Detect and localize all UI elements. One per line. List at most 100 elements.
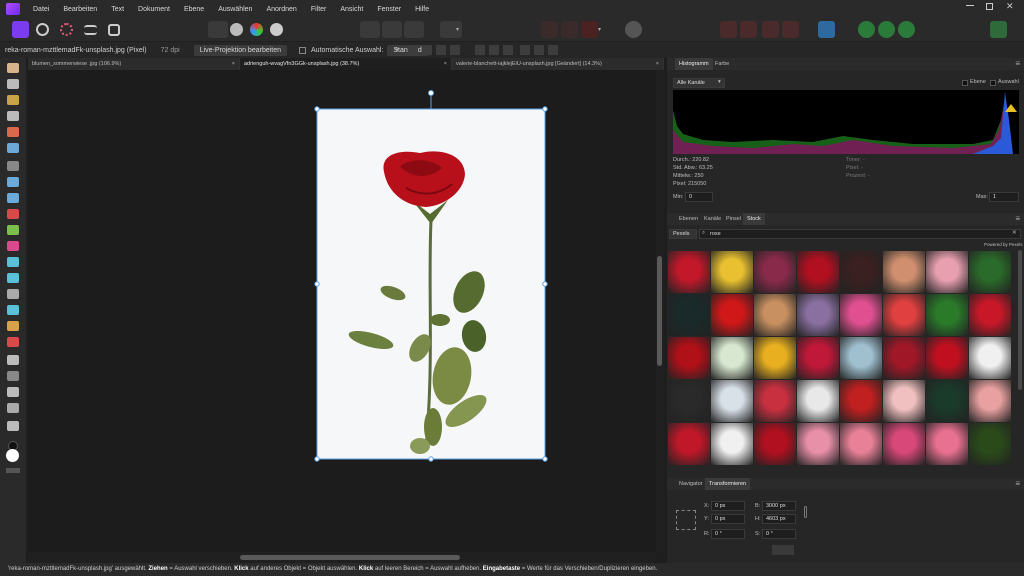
- align-middle-icon[interactable]: [534, 45, 544, 55]
- transform-origin-icon[interactable]: [408, 45, 418, 55]
- stock-thumbnail[interactable]: [840, 380, 882, 422]
- user-account-icon[interactable]: [990, 21, 1007, 38]
- stock-thumbnail[interactable]: [883, 337, 925, 379]
- color-replace-tool-icon[interactable]: [7, 225, 19, 235]
- stock-thumbnail[interactable]: [668, 294, 710, 336]
- rectangle-tool-icon[interactable]: [7, 371, 19, 381]
- stock-thumbnail[interactable]: [926, 380, 968, 422]
- clone-tool-icon[interactable]: [7, 273, 19, 283]
- stock-thumbnail[interactable]: [840, 294, 882, 336]
- stock-thumbnail[interactable]: [926, 251, 968, 293]
- develop-persona-icon[interactable]: [60, 23, 73, 36]
- tab-histogram[interactable]: Histogramm: [675, 58, 713, 70]
- color-picker-tool-icon[interactable]: [7, 95, 19, 105]
- stock-thumbnail[interactable]: [754, 380, 796, 422]
- auto-color-icon[interactable]: [250, 23, 263, 36]
- blemish-tool-icon[interactable]: [7, 289, 19, 299]
- transform-mode-icon[interactable]: [436, 45, 446, 55]
- stock-thumbnail[interactable]: [711, 337, 753, 379]
- menu-ebene[interactable]: Ebene: [177, 6, 211, 13]
- pen-tool-icon[interactable]: [7, 355, 19, 365]
- anchor-point-selector[interactable]: [676, 510, 696, 530]
- close-tab-icon[interactable]: ×: [656, 58, 659, 70]
- stock-thumbnail[interactable]: [711, 251, 753, 293]
- transform-options-button[interactable]: [772, 545, 794, 555]
- snapping-icon[interactable]: [541, 21, 558, 38]
- document-canvas[interactable]: [28, 70, 656, 552]
- flood-select-tool-icon[interactable]: [7, 143, 19, 153]
- tab-pinsel[interactable]: Pinsel: [722, 213, 745, 225]
- stock-thumbnail[interactable]: [926, 294, 968, 336]
- stock-thumbnail[interactable]: [969, 337, 1011, 379]
- stock-thumbnail[interactable]: [754, 251, 796, 293]
- width-input[interactable]: 3000 px: [762, 501, 796, 511]
- move-tool-icon[interactable]: [7, 79, 19, 89]
- export-persona-icon[interactable]: [108, 24, 120, 36]
- clear-search-icon[interactable]: ✕: [1012, 230, 1017, 236]
- stock-thumbnail[interactable]: [969, 380, 1011, 422]
- rotation-input[interactable]: 0 °: [711, 529, 745, 539]
- stock-thumbnail[interactable]: [754, 294, 796, 336]
- tab-valerie-blanchett[interactable]: valerie-blanchett-iajklejEiU-unsplash.jp…: [452, 58, 664, 70]
- arrange-back-icon[interactable]: [720, 21, 737, 38]
- stock-thumbnail[interactable]: [926, 423, 968, 465]
- tab-transformieren[interactable]: Transformieren: [705, 478, 751, 490]
- boolean-subtract-icon[interactable]: [878, 21, 895, 38]
- selection-brush-tool-icon[interactable]: [7, 127, 19, 137]
- red-eye-tool-icon[interactable]: [7, 337, 19, 347]
- stock-scroll-thumb[interactable]: [1018, 250, 1022, 390]
- stock-thumbnail[interactable]: [969, 423, 1011, 465]
- sharpen-tool-icon[interactable]: [7, 321, 19, 331]
- stock-thumbnail[interactable]: [754, 423, 796, 465]
- min-input[interactable]: 0: [685, 192, 713, 202]
- tone-mapping-persona-icon[interactable]: [84, 25, 97, 35]
- arrange-front-icon[interactable]: [740, 21, 757, 38]
- paint-brush-tool-icon[interactable]: [7, 209, 19, 219]
- menu-fenster[interactable]: Fenster: [370, 6, 408, 13]
- stock-thumbnail[interactable]: [711, 380, 753, 422]
- stock-thumbnail[interactable]: [797, 251, 839, 293]
- stock-thumbnail[interactable]: [926, 337, 968, 379]
- menu-filter[interactable]: Filter: [304, 6, 334, 13]
- text-tool-icon[interactable]: [7, 387, 19, 397]
- levels-icon[interactable]: [208, 21, 228, 38]
- tab-farbe[interactable]: Farbe: [711, 58, 733, 70]
- liquify-persona-icon[interactable]: [36, 23, 49, 36]
- arrange-forward-icon[interactable]: [762, 21, 779, 38]
- lock-aspect-icon[interactable]: [804, 506, 807, 518]
- erase-brush-tool-icon[interactable]: [7, 241, 19, 251]
- panel-menu-icon[interactable]: ≡: [1015, 480, 1020, 488]
- stock-thumbnail[interactable]: [840, 423, 882, 465]
- menu-anordnen[interactable]: Anordnen: [259, 6, 303, 13]
- stock-thumbnail[interactable]: [797, 294, 839, 336]
- select-all-icon[interactable]: [404, 21, 424, 38]
- maximize-icon[interactable]: [986, 3, 993, 10]
- menu-ansicht[interactable]: Ansicht: [333, 6, 370, 13]
- menu-datei[interactable]: Datei: [26, 6, 56, 13]
- auto-white-balance-icon[interactable]: [270, 23, 283, 36]
- panel-menu-icon[interactable]: ≡: [1015, 215, 1020, 223]
- stock-search-input[interactable]: rose: [699, 229, 1021, 239]
- auto-contrast-icon[interactable]: [230, 23, 243, 36]
- horizontal-scroll-thumb[interactable]: [240, 555, 460, 560]
- swap-colors-icon[interactable]: [6, 468, 20, 473]
- align-left-icon[interactable]: [475, 45, 485, 55]
- x-input[interactable]: 0 px: [711, 501, 745, 511]
- primary-color-swatch[interactable]: [6, 449, 19, 462]
- menu-auswaehlen[interactable]: Auswählen: [211, 6, 259, 13]
- panel-menu-icon[interactable]: ≡: [1015, 60, 1020, 68]
- gradient-tool-icon[interactable]: [7, 193, 19, 203]
- align-top-icon[interactable]: [520, 45, 530, 55]
- zoom-tool-icon[interactable]: [7, 421, 19, 431]
- tab-stock[interactable]: Stock: [743, 213, 765, 225]
- stock-thumbnail[interactable]: [969, 251, 1011, 293]
- tab-navigator[interactable]: Navigator: [675, 478, 707, 490]
- menu-hilfe[interactable]: Hilfe: [408, 6, 436, 13]
- snap-magnet-icon[interactable]: [581, 21, 598, 38]
- invert-selection-icon[interactable]: [382, 21, 402, 38]
- menu-bearbeiten[interactable]: Bearbeiten: [56, 6, 104, 13]
- view-tool-hand-icon[interactable]: [7, 63, 19, 73]
- selection-checkbox[interactable]: [990, 80, 996, 86]
- photo-persona-icon[interactable]: [12, 21, 29, 38]
- tab-adrienguh[interactable]: adrienguh-wvagVfn3GGk-unsplash.jpg (38.7…: [240, 58, 452, 70]
